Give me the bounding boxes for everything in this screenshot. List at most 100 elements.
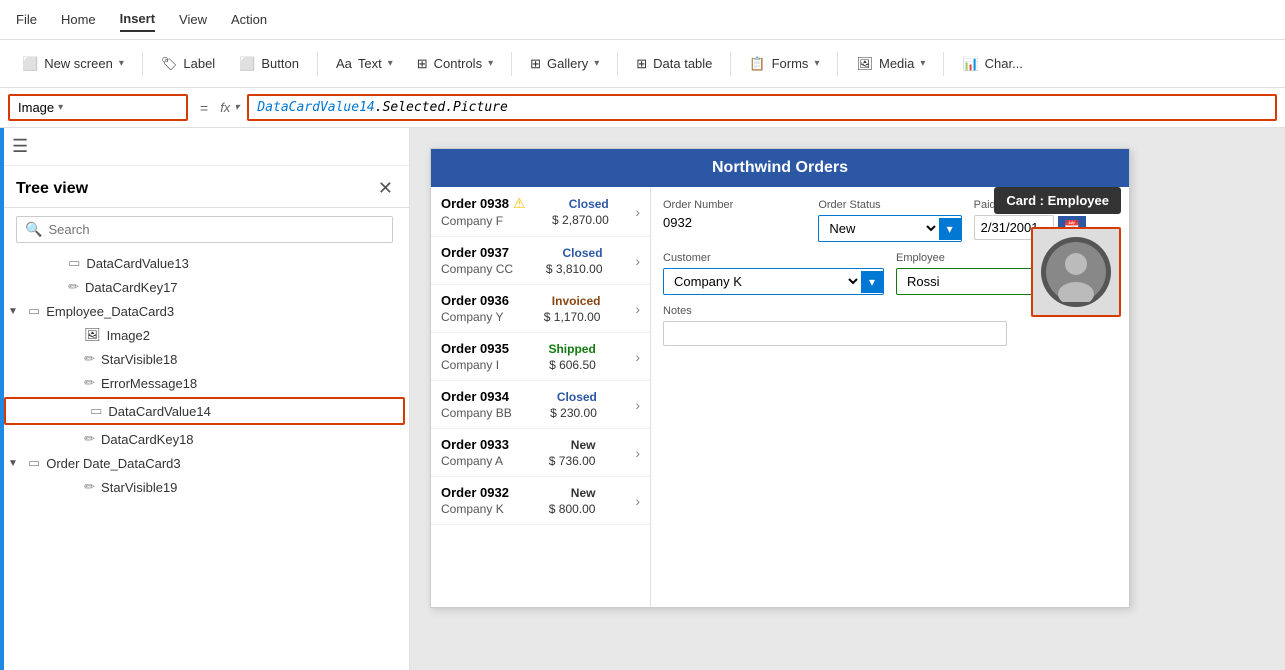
button-button[interactable]: ⬜ Button	[229, 50, 309, 78]
order-status-0932: New	[571, 486, 596, 500]
data-table-button[interactable]: ⊞ Data table	[626, 50, 722, 78]
menu-insert[interactable]: Insert	[120, 7, 155, 32]
left-accent	[0, 128, 4, 670]
forms-button[interactable]: 📋 Forms ▾	[739, 50, 829, 78]
screen-icon: ⬜	[22, 56, 38, 72]
tree-item-starvisible18[interactable]: ✏ StarVisible18	[0, 347, 409, 371]
menu-view[interactable]: View	[179, 8, 207, 31]
close-icon[interactable]: ✕	[378, 178, 393, 199]
sep7	[943, 52, 944, 76]
tree-item-image2[interactable]: 🖼 Image2	[0, 323, 409, 347]
order-item-0935[interactable]: Order 0935 Company I Shipped $ 606.50 ›	[431, 333, 650, 381]
tree-item-datacardkey17[interactable]: ✏ DataCardKey17	[0, 275, 409, 299]
tree-item-employee-datacard3[interactable]: ▼ ▭ Employee_DataCard3	[0, 299, 409, 323]
data-table-icon: ⊞	[636, 56, 647, 72]
customer-label: Customer	[663, 252, 884, 264]
order-amount-0934: $ 230.00	[550, 406, 597, 420]
sep3	[511, 52, 512, 76]
tree-item-datacardkey18[interactable]: ✏ DataCardKey18	[0, 427, 409, 451]
order-company-0932: Company K	[441, 502, 509, 516]
formula-name-dropdown[interactable]: Image ▾	[8, 94, 188, 121]
order-info-0938: Order 0938 ⚠ Company F	[441, 195, 526, 228]
order-company-0933: Company A	[441, 454, 509, 468]
customer-dropdown[interactable]: Company K ▾	[663, 268, 884, 295]
order-item-0933[interactable]: Order 0933 Company A New $ 736.00 ›	[431, 429, 650, 477]
order-arrow-0932: ›	[635, 493, 640, 509]
canvas-area: Northwind Orders Order 0938 ⚠ Company F	[410, 128, 1285, 670]
gallery-button[interactable]: ⊞ Gallery ▾	[520, 50, 609, 78]
tree-item-errormessage18[interactable]: ✏ ErrorMessage18	[0, 371, 409, 395]
tree-label-sv19: StarVisible19	[101, 480, 177, 495]
sep5	[730, 52, 731, 76]
forms-label: Forms	[772, 56, 809, 71]
order-amount-0938: $ 2,870.00	[552, 213, 609, 227]
order-amount-0932: $ 800.00	[549, 502, 596, 516]
menu-bar: File Home Insert View Action	[0, 0, 1285, 40]
app-header: Northwind Orders	[431, 149, 1129, 187]
order-number-label: Order Number	[663, 199, 806, 211]
search-icon: 🔍	[25, 221, 42, 238]
order-status-dropdown-btn[interactable]: ▾	[939, 218, 961, 240]
search-input[interactable]	[48, 222, 384, 237]
customer-dropdown-btn[interactable]: ▾	[861, 271, 883, 293]
tree-item-orderdate-datacard3[interactable]: ▼ ▭ Order Date_DataCard3	[0, 451, 409, 475]
order-arrow-0933: ›	[635, 445, 640, 461]
menu-home[interactable]: Home	[61, 8, 96, 31]
tree-item-datacardvalue13[interactable]: ▭ DataCardValue13	[0, 251, 409, 275]
controls-label: Controls	[434, 56, 482, 71]
tree-label-dck18: DataCardKey18	[101, 432, 194, 447]
forms-icon: 📋	[749, 56, 765, 72]
order-info-0934: Order 0934 Company BB	[441, 389, 512, 420]
order-status-0935: Shipped	[548, 342, 595, 356]
menu-action[interactable]: Action	[231, 8, 267, 31]
employee-avatar	[1041, 237, 1111, 307]
order-status-field: Order Status New Closed Invoiced Shipped…	[818, 199, 961, 242]
data-table-label: Data table	[653, 56, 712, 71]
controls-button[interactable]: ⊞ Controls ▾	[407, 50, 503, 78]
order-status-0934: Closed	[557, 390, 597, 404]
formula-equals: =	[196, 100, 212, 116]
control-icon-em18: ✏	[84, 375, 95, 391]
order-arrow-0935: ›	[635, 349, 640, 365]
text-button[interactable]: Aa Text ▾	[326, 50, 403, 77]
chart-button[interactable]: 📊 Char...	[952, 50, 1032, 78]
order-item-0934[interactable]: Order 0934 Company BB Closed $ 230.00 ›	[431, 381, 650, 429]
app-frame: Northwind Orders Order 0938 ⚠ Company F	[430, 148, 1130, 608]
media-chevron: ▾	[920, 58, 925, 69]
new-screen-button[interactable]: ⬜ New screen ▾	[12, 50, 134, 78]
order-item-0932[interactable]: Order 0932 Company K New $ 800.00 ›	[431, 477, 650, 525]
order-status-dropdown[interactable]: New Closed Invoiced Shipped ▾	[818, 215, 961, 242]
order-company-0937: Company CC	[441, 262, 513, 276]
order-item-0938[interactable]: Order 0938 ⚠ Company F Closed $ 2,870.00…	[431, 187, 650, 237]
order-amount-0935: $ 606.50	[549, 358, 596, 372]
order-item-0936[interactable]: Order 0936 Company Y Invoiced $ 1,170.00…	[431, 285, 650, 333]
new-screen-chevron: ▾	[119, 58, 124, 69]
customer-select[interactable]: Company K	[664, 269, 861, 294]
expand-placeholder6	[78, 405, 84, 417]
order-status-0938: Closed	[569, 197, 609, 211]
order-arrow-0934: ›	[635, 397, 640, 413]
order-info-0937: Order 0937 Company CC	[441, 245, 513, 276]
order-info-0936: Order 0936 Company Y	[441, 293, 509, 324]
order-company-0936: Company Y	[441, 310, 509, 324]
hamburger-icon[interactable]: ☰	[12, 136, 28, 157]
text-label: Text	[358, 56, 382, 71]
search-box: 🔍	[16, 216, 393, 243]
menu-file[interactable]: File	[16, 8, 37, 31]
formula-name-value: Image	[18, 100, 54, 115]
order-item-0937[interactable]: Order 0937 Company CC Closed $ 3,810.00 …	[431, 237, 650, 285]
expand-arrow-oddc3: ▼	[8, 458, 18, 469]
order-arrow-0938: ›	[635, 204, 640, 220]
tree-item-starvisible19[interactable]: ✏ StarVisible19	[0, 475, 409, 499]
expand-placeholder7	[72, 433, 78, 445]
order-company-0934: Company BB	[441, 406, 512, 420]
notes-input[interactable]	[663, 321, 1007, 346]
media-button[interactable]: 🖼 Media ▾	[846, 50, 935, 78]
tree-item-datacardvalue14[interactable]: ▭ DataCardValue14	[4, 397, 405, 425]
label-button[interactable]: 🏷 Label	[151, 50, 225, 78]
order-status-select[interactable]: New Closed Invoiced Shipped	[819, 216, 938, 241]
order-amount-0937: $ 3,810.00	[546, 262, 603, 276]
media-icon: 🖼	[856, 56, 873, 72]
formula-input[interactable]: DataCardValue14.Selected.Picture	[247, 94, 1277, 121]
tooltip-text: Card : Employee	[1006, 193, 1109, 208]
